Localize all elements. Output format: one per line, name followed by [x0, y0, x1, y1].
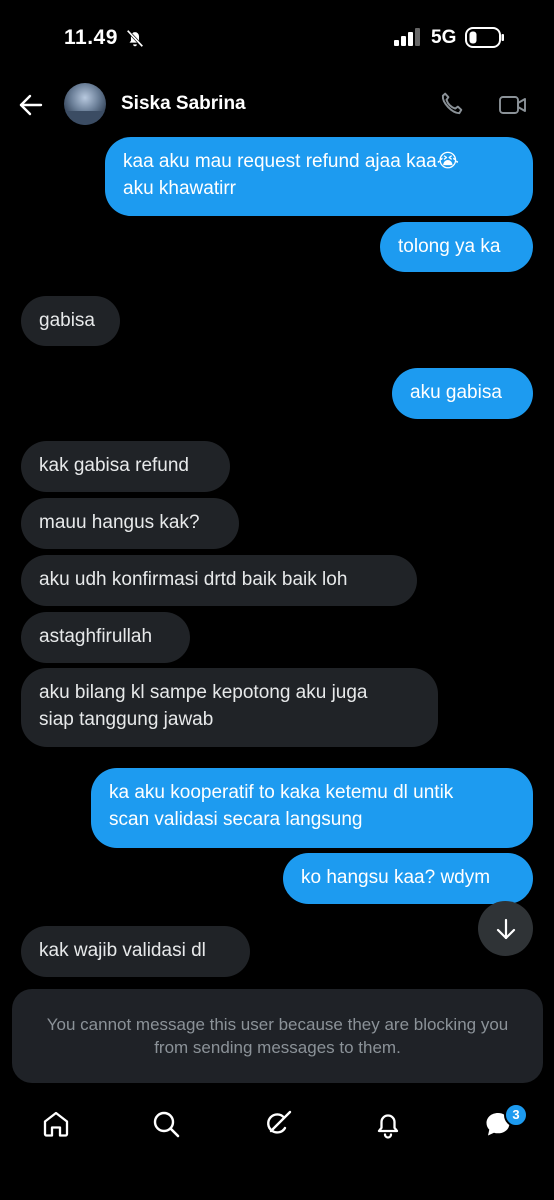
phone-icon[interactable]: [438, 91, 464, 117]
bell-icon[interactable]: [372, 1108, 404, 1140]
battery-icon: [465, 27, 504, 48]
video-call-icon[interactable]: [498, 93, 528, 117]
chat-header: Siska Sabrina: [0, 76, 554, 134]
contact-name[interactable]: Siska Sabrina: [121, 93, 246, 115]
avatar[interactable]: [64, 83, 106, 125]
message-bubble-outgoing[interactable]: aku gabisa: [392, 368, 533, 419]
home-icon[interactable]: [40, 1108, 72, 1140]
bottom-nav: [0, 1096, 554, 1156]
message-bubble-outgoing[interactable]: tolong ya ka: [380, 222, 533, 272]
scroll-to-bottom-button[interactable]: [478, 901, 533, 956]
search-icon[interactable]: [150, 1108, 182, 1140]
blocked-notice-text: You cannot message this user because the…: [46, 1015, 509, 1057]
message-bubble-incoming[interactable]: aku bilang kl sampe kepotong aku juga si…: [21, 668, 438, 747]
network-type: 5G: [431, 27, 457, 48]
blocked-notice: You cannot message this user because the…: [12, 989, 543, 1083]
back-arrow-icon[interactable]: [18, 92, 44, 118]
grok-icon[interactable]: [262, 1108, 294, 1140]
message-bubble-incoming[interactable]: gabisa: [21, 296, 120, 346]
message-bubble-outgoing[interactable]: ko hangsu kaa? wdym: [283, 853, 533, 904]
message-bubble-outgoing[interactable]: kaa aku mau request refund ajaa kaa😭 aku…: [105, 137, 533, 216]
message-bubble-incoming[interactable]: astaghfirullah: [21, 612, 190, 663]
arrow-down-icon: [496, 918, 515, 939]
message-bubble-incoming[interactable]: aku udh konfirmasi drtd baik baik loh: [21, 555, 417, 606]
message-bubble-incoming[interactable]: kak wajib validasi dl: [21, 926, 250, 977]
bell-off-icon: [126, 29, 144, 48]
message-bubble-outgoing[interactable]: ka aku kooperatif to kaka ketemu dl unti…: [91, 768, 533, 848]
status-time: 11.49: [64, 26, 118, 49]
status-bar: 11.49 5G: [0, 0, 554, 76]
signal-icon: [394, 28, 420, 46]
messages-badge: 3: [504, 1103, 528, 1127]
message-bubble-incoming[interactable]: kak gabisa refund: [21, 441, 230, 492]
message-bubble-incoming[interactable]: mauu hangus kak?: [21, 498, 239, 549]
